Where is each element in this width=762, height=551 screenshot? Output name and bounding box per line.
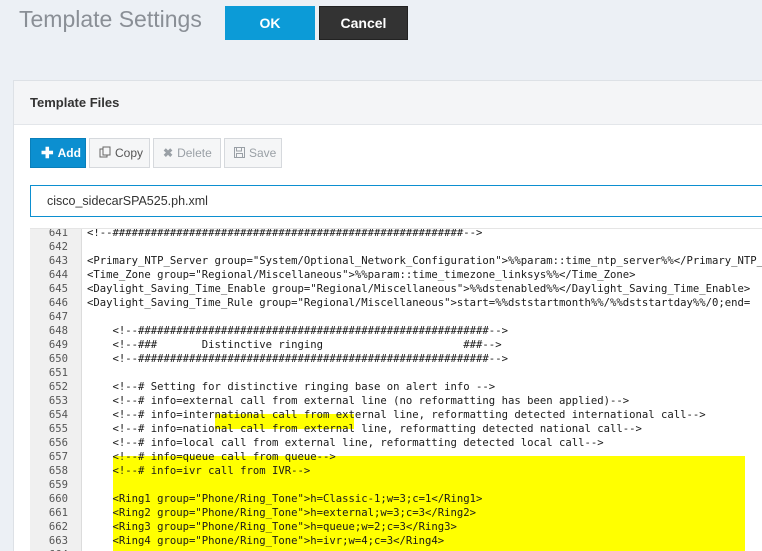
line-text: <Ring2 group="Phone/Ring_Tone">h=externa… — [87, 507, 477, 519]
code-line: 660 <Ring1 group="Phone/Ring_Tone">h=Cla… — [30, 492, 762, 506]
line-number: 644 — [48, 269, 68, 281]
line-text: <!--### Distinctive ringing ###--> — [87, 339, 502, 351]
line-text: <!--# info=international call from exter… — [87, 409, 706, 421]
line-text: <!--####################################… — [87, 228, 483, 239]
code-line: 658 <!--# info=ivr call from IVR--> — [30, 464, 762, 478]
line-number: 659 — [48, 479, 68, 491]
code-editor[interactable]: 641 <!--#################################… — [30, 228, 762, 551]
save-button[interactable]: Save — [224, 138, 282, 168]
line-text: <Time_Zone group="Regional/Miscellaneous… — [87, 269, 636, 281]
code-line: 644 <Time_Zone group="Regional/Miscellane… — [30, 268, 762, 282]
line-text: <Ring4 group="Phone/Ring_Tone">h=ivr;w=4… — [87, 535, 445, 547]
line-number: 657 — [48, 451, 68, 463]
code-line: 649 <!--### Distinctive ringing ###--> — [30, 338, 762, 352]
add-label: Add — [57, 146, 81, 160]
code-line: 643 <Primary_NTP_Server group="System/Opt… — [30, 254, 762, 268]
line-number: 654 — [48, 409, 68, 421]
delete-label: Delete — [177, 146, 212, 160]
line-text: <Daylight_Saving_Time_Enable group="Regi… — [87, 283, 751, 295]
code-line: 651 — [30, 366, 762, 380]
line-number: 645 — [48, 283, 68, 295]
plus-icon: ✚ — [41, 144, 54, 162]
cancel-button[interactable]: Cancel — [319, 6, 408, 40]
line-text: <Daylight_Saving_Time_Rule group="Region… — [87, 297, 751, 309]
code-line: 663 <Ring4 group="Phone/Ring_Tone">h=ivr… — [30, 534, 762, 548]
code-line: 657 <!--# info=queue call from queue--> — [30, 450, 762, 464]
code-line: 652 <!--# Setting for distinctive ringin… — [30, 380, 762, 394]
line-number: 660 — [48, 493, 68, 505]
template-file-name-field[interactable] — [30, 185, 762, 217]
line-text: <!--# info=external call from external l… — [87, 395, 630, 407]
line-text: <!--# info=queue call from queue--> — [87, 451, 336, 463]
code-line: 653 <!--# info=external call from extern… — [30, 394, 762, 408]
code-line: 647 — [30, 310, 762, 324]
copy-button[interactable]: Copy — [89, 138, 150, 168]
line-number: 661 — [48, 507, 68, 519]
code-line: 655 <!--# info=national call from extern… — [30, 422, 762, 436]
page-header: Template Settings OK Cancel — [0, 0, 762, 66]
line-number: 663 — [48, 535, 68, 547]
line-text: <!--# info=ivr call from IVR--> — [87, 465, 311, 477]
panel-header: Template Files — [14, 81, 762, 125]
add-button[interactable]: ✚ Add — [30, 138, 86, 168]
line-text: <Ring1 group="Phone/Ring_Tone">h=Classic… — [87, 493, 483, 505]
code-lines: 641 <!--#################################… — [30, 228, 762, 551]
code-line: 642 — [30, 240, 762, 254]
copy-icon — [99, 146, 111, 160]
line-number: 642 — [48, 241, 68, 253]
code-line: 648 <!--################################… — [30, 324, 762, 338]
floppy-disk-icon — [234, 146, 245, 160]
line-number: 662 — [48, 521, 68, 533]
code-line: 654 <!--# info=international call from e… — [30, 408, 762, 422]
line-text: <!--# info=local call from external line… — [87, 437, 604, 449]
line-number: 653 — [48, 395, 68, 407]
line-number: 649 — [48, 339, 68, 351]
line-number: 641 — [48, 228, 68, 239]
code-line: 650 <!--################################… — [30, 352, 762, 366]
delete-button[interactable]: ✖ Delete — [153, 138, 221, 168]
code-line: 645 <Daylight_Saving_Time_Enable group="R… — [30, 282, 762, 296]
code-line: 661 <Ring2 group="Phone/Ring_Tone">h=ext… — [30, 506, 762, 520]
line-text: <Ring3 group="Phone/Ring_Tone">h=queue;w… — [87, 521, 457, 533]
panel-title: Template Files — [30, 95, 120, 110]
line-number: 650 — [48, 353, 68, 365]
line-number: 652 — [48, 381, 68, 393]
line-text: <Primary_NTP_Server group="System/Option… — [87, 255, 762, 267]
line-text: <!--# info=national call from external l… — [87, 423, 642, 435]
page-title: Template Settings — [19, 6, 202, 32]
line-number: 643 — [48, 255, 68, 267]
line-text: <!--# Setting for distinctive ringing ba… — [87, 381, 496, 393]
code-line: 656 <!--# info=local call from external … — [30, 436, 762, 450]
line-text: <!--####################################… — [87, 353, 508, 365]
line-number: 658 — [48, 465, 68, 477]
line-number: 646 — [48, 297, 68, 309]
code-line: 646 <Daylight_Saving_Time_Rule group="Reg… — [30, 296, 762, 310]
code-line: 659 — [30, 478, 762, 492]
copy-label: Copy — [115, 146, 144, 160]
template-files-panel: Template Files ✚ Add Copy ✖ Delete Save … — [13, 80, 762, 551]
line-text: <!--####################################… — [87, 325, 508, 337]
code-line: 662 <Ring3 group="Phone/Ring_Tone">h=que… — [30, 520, 762, 534]
close-icon: ✖ — [163, 146, 174, 160]
code-line: 641 <!--#################################… — [30, 228, 762, 240]
file-toolbar: ✚ Add Copy ✖ Delete Save — [30, 138, 285, 168]
line-number: 647 — [48, 311, 68, 323]
line-number: 648 — [48, 325, 68, 337]
line-number: 655 — [48, 423, 68, 435]
line-number: 656 — [48, 437, 68, 449]
line-number: 651 — [48, 367, 68, 379]
save-label: Save — [249, 146, 277, 160]
ok-button[interactable]: OK — [225, 6, 315, 40]
